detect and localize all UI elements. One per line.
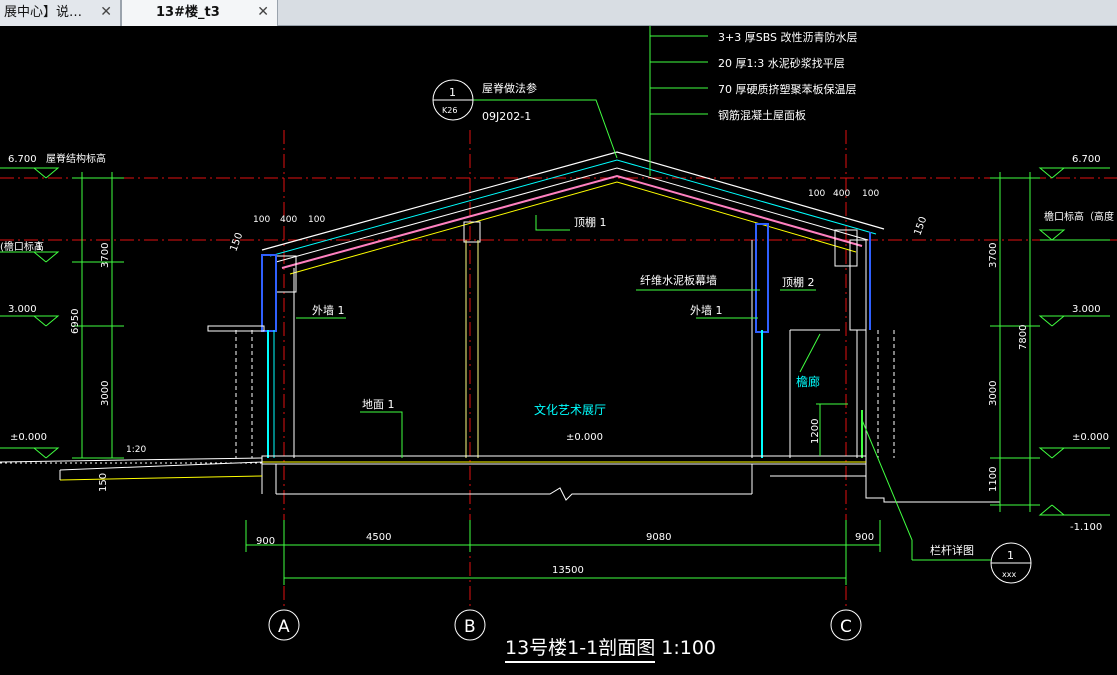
roof-dim-1: 100	[253, 215, 270, 225]
axis-dim-900-right: 900	[855, 532, 874, 543]
label-curtain-wall: 纤维水泥板幕墙	[640, 273, 717, 287]
label-exterior-wall-right: 外墙 1	[690, 303, 723, 317]
roof-structure	[261, 151, 885, 293]
left-dim-3000: 3000	[100, 381, 111, 406]
label-slope: 1:20	[126, 445, 146, 455]
axis-dim-4500: 4500	[366, 532, 391, 543]
note-insulation: 70 厚硬质挤塑聚苯板保温层	[718, 82, 857, 96]
roof-dim-150-right: 150	[912, 215, 929, 237]
leader-lines	[296, 26, 913, 560]
elev-right-eave-label: 檐口标高（高度	[1044, 210, 1114, 223]
elev-left-3000: 3.000	[8, 304, 37, 315]
elev-left-top: 6.700	[8, 154, 37, 165]
right-dim-7800: 7800	[1018, 325, 1029, 350]
rail-detail-label: 栏杆详图	[930, 543, 974, 557]
axis-dim-900-left: 900	[256, 536, 275, 547]
ridge-detail-label: 屋脊做法参	[482, 81, 537, 95]
right-dim-1100: 1100	[988, 467, 999, 492]
rail-detail-num: 1	[1007, 549, 1014, 562]
cad-drawing-canvas[interactable]: 3+3 厚SBS 改性沥青防水层 20 厚1:3 水泥砂浆找平层 70 厚硬质挤…	[0, 26, 1117, 671]
note-slab: 钢筋混凝土屋面板	[718, 108, 806, 122]
axis-label-b: B	[464, 617, 476, 637]
roof-dim-150-left: 150	[228, 231, 245, 253]
rail-detail-sheet: xxx	[1002, 570, 1016, 579]
tab-label: 展中心】说…	[4, 5, 83, 20]
vertical-dimension-text: 3700 6950 3000 150 3700 7800 3000 1100 1…	[70, 215, 1029, 492]
label-ceiling-1: 顶棚 1	[574, 215, 607, 229]
label-exhibition-hall: 文化艺术展厅	[534, 402, 606, 417]
elev-right-top: 6.700	[1072, 154, 1101, 165]
right-dim-3000: 3000	[988, 381, 999, 406]
tab-label: 13#楼_t3	[156, 5, 220, 20]
roof-dim-3: 100	[308, 215, 325, 225]
rail-height-1200: 1200	[810, 419, 821, 444]
left-dim-150: 150	[98, 473, 109, 492]
drawing-title: 13号楼1-1剖面图 1:100	[505, 637, 716, 659]
label-ceiling-2: 顶棚 2	[782, 275, 815, 289]
document-tab-bar: 展中心】说… ✕ 13#楼_t3 ✕	[0, 0, 1117, 26]
axis-dim-total: 13500	[552, 565, 584, 576]
note-screed: 20 厚1:3 水泥砂浆找平层	[718, 56, 845, 70]
roof-dim-5: 400	[833, 189, 850, 199]
right-dim-3700: 3700	[988, 243, 999, 268]
left-dim-6950: 6950	[70, 309, 81, 334]
axis-bubbles	[268, 609, 862, 641]
floor-and-ground	[0, 455, 1000, 503]
label-floor-1: 地面 1	[362, 398, 395, 411]
axis-dim-9080: 9080	[646, 532, 671, 543]
roof-dim-6: 100	[862, 189, 879, 199]
elev-left-top-label: 屋脊结构标高	[46, 152, 106, 165]
label-floor-zero: ±0.000	[566, 432, 603, 443]
axis-label-c: C	[840, 617, 852, 637]
tab-exhibition-center[interactable]: 展中心】说… ✕	[0, 0, 121, 26]
elev-left-zero: ±0.000	[10, 432, 47, 443]
elev-left-eave-num: 1	[36, 242, 42, 253]
roof-dim-2: 400	[280, 215, 297, 225]
ridge-detail-ref: 09J202-1	[482, 110, 531, 123]
detail-callouts	[432, 79, 1032, 584]
axis-label-a: A	[278, 617, 290, 637]
note-waterproof: 3+3 厚SBS 改性沥青防水层	[718, 30, 858, 44]
label-exterior-wall-left: 外墙 1	[312, 303, 345, 317]
tab-building-13[interactable]: 13#楼_t3 ✕	[121, 0, 278, 26]
left-dim-3700: 3700	[100, 243, 111, 268]
close-icon[interactable]: ✕	[100, 0, 112, 25]
close-icon[interactable]: ✕	[257, 0, 269, 25]
ridge-detail-sheet: K26	[442, 106, 457, 115]
axis-centerlines	[0, 130, 1117, 610]
ridge-detail-num: 1	[449, 86, 456, 99]
label-veranda: 檐廊	[796, 374, 820, 389]
drawing-text: 3+3 厚SBS 改性沥青防水层 20 厚1:3 水泥砂浆找平层 70 厚硬质挤…	[0, 30, 1114, 659]
elev-right-basement: -1.100	[1070, 522, 1102, 533]
roof-dim-4: 100	[808, 189, 825, 199]
elev-right-3000: 3.000	[1072, 304, 1101, 315]
section-drawing: 3+3 厚SBS 改性沥青防水层 20 厚1:3 水泥砂浆找平层 70 厚硬质挤…	[0, 26, 1117, 663]
elev-right-zero: ±0.000	[1072, 432, 1109, 443]
